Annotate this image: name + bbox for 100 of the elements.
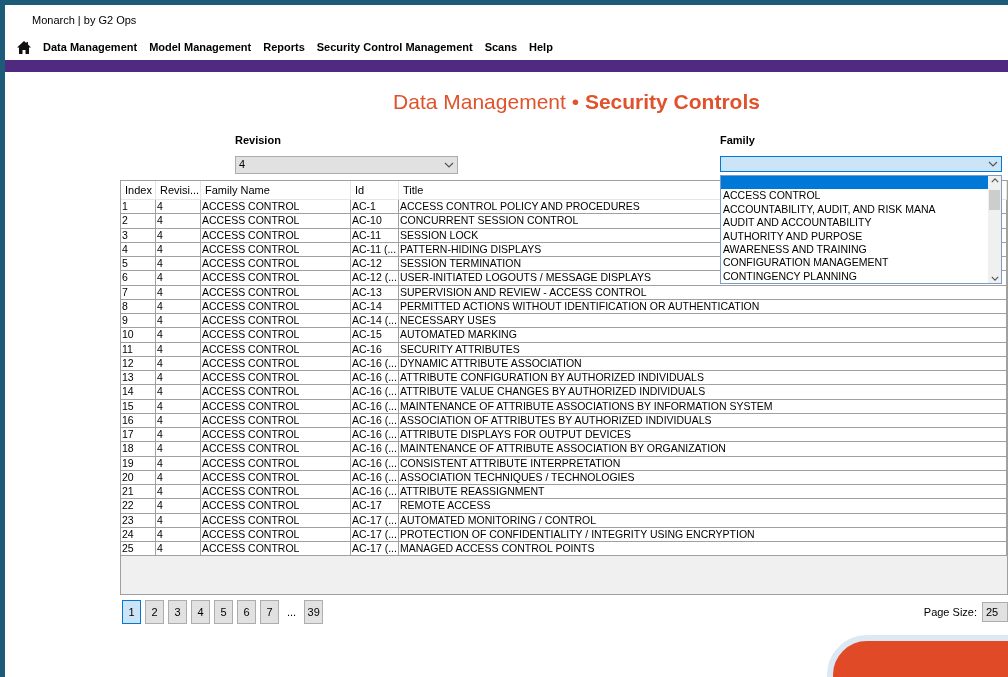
table-cell: AC-17 bbox=[351, 499, 399, 513]
table-cell: 4 bbox=[156, 314, 201, 328]
chevron-down-icon[interactable] bbox=[990, 276, 999, 282]
table-cell: 4 bbox=[156, 413, 201, 427]
table-cell: ACCESS CONTROL bbox=[201, 456, 351, 470]
table-cell: 4 bbox=[156, 328, 201, 342]
dropdown-option[interactable]: ACCOUNTABILITY, AUDIT, AND RISK MANA bbox=[721, 202, 988, 217]
table-cell: ACCESS CONTROL bbox=[201, 314, 351, 328]
page-button[interactable]: 7 bbox=[260, 600, 279, 624]
table-cell: SUPERVISION AND REVIEW - ACCESS CONTROL bbox=[399, 285, 1007, 299]
scrollbar-thumb[interactable] bbox=[989, 189, 1000, 210]
page-button[interactable]: 5 bbox=[214, 600, 233, 624]
dropdown-option[interactable]: CONFIGURATION MANAGEMENT bbox=[721, 256, 988, 270]
page-button[interactable]: 1 bbox=[122, 600, 141, 624]
menu-item[interactable]: Data Management bbox=[43, 39, 138, 56]
scrollbar[interactable] bbox=[988, 176, 1001, 284]
table-cell: ACCESS CONTROL bbox=[201, 485, 351, 499]
table-cell: ACCESS CONTROL bbox=[201, 527, 351, 541]
dropdown-option[interactable]: ACCESS CONTROL bbox=[721, 189, 988, 203]
family-select[interactable] bbox=[720, 155, 1002, 172]
column-header[interactable]: Id bbox=[355, 181, 365, 199]
table-cell: PERMITTED ACTIONS WITHOUT IDENTIFICATION OR AUTHENTICATION bbox=[399, 299, 1007, 313]
table-cell: 4 bbox=[156, 257, 201, 271]
window-title: Monarch | by G2 Ops bbox=[32, 12, 137, 28]
table-cell: MAINTENANCE OF ATTRIBUTE ASSOCIATION BY ORGANIZATION bbox=[399, 442, 1007, 456]
table-cell: ATTRIBUTE REASSIGNMENT bbox=[399, 485, 1007, 499]
table-cell: ACCESS CONTROL bbox=[201, 442, 351, 456]
table-cell: AC-17 (... bbox=[351, 513, 399, 527]
field-label: Revision bbox=[235, 133, 282, 148]
menu-item[interactable]: Scans bbox=[484, 39, 518, 56]
table-cell: AC-13 bbox=[351, 285, 399, 299]
table-cell: ACCESS CONTROL bbox=[201, 257, 351, 271]
table-cell: 23 bbox=[121, 513, 156, 527]
dropdown-option[interactable]: CONTINGENCY PLANNING bbox=[721, 269, 988, 284]
table-cell: 4 bbox=[156, 228, 201, 242]
table-cell: ACCESS CONTROL bbox=[201, 513, 351, 527]
table-cell: 12 bbox=[121, 356, 156, 370]
table-cell: ACCESS CONTROL bbox=[201, 328, 351, 342]
table-cell: 4 bbox=[156, 242, 201, 256]
table-cell: 4 bbox=[156, 527, 201, 541]
dropdown-option[interactable]: AUDIT AND ACCOUNTABILITY bbox=[721, 216, 988, 230]
table-cell: NECESSARY USES bbox=[399, 314, 1007, 328]
table-cell: 11 bbox=[121, 342, 156, 356]
table-cell: ATTRIBUTE CONFIGURATION BY AUTHORIZED INDIVIDUALS bbox=[399, 371, 1007, 385]
page-heading: Data Management • Security Controls bbox=[393, 89, 760, 116]
chevron-up-icon[interactable] bbox=[990, 178, 999, 183]
table-cell: ACCESS CONTROL bbox=[201, 499, 351, 513]
table-cell: AC-11 bbox=[351, 228, 399, 242]
table-cell: ACCESS CONTROL bbox=[201, 413, 351, 427]
menu-item[interactable]: Security Control Management bbox=[316, 39, 473, 56]
menu-item[interactable]: Reports bbox=[263, 39, 305, 56]
table-cell: 18 bbox=[121, 442, 156, 456]
chevron-down-icon bbox=[988, 160, 998, 167]
table-cell: AC-12 (... bbox=[351, 271, 399, 285]
dropdown-option[interactable]: AWARENESS AND TRAINING bbox=[721, 242, 988, 257]
column-header[interactable]: Index bbox=[125, 181, 152, 199]
table-cell: AC-1 bbox=[351, 200, 399, 214]
table-cell: AC-17 (... bbox=[351, 542, 399, 556]
page-button[interactable]: 2 bbox=[145, 600, 164, 624]
table-cell: 10 bbox=[121, 328, 156, 342]
table-cell: AC-16 (... bbox=[351, 399, 399, 413]
table-cell: ACCESS CONTROL bbox=[201, 356, 351, 370]
table-cell: AC-15 bbox=[351, 328, 399, 342]
table-cell: MAINTENANCE OF ATTRIBUTE ASSOCIATIONS BY INFORMATION SYSTEM bbox=[399, 399, 1007, 413]
dropdown-option[interactable] bbox=[721, 176, 988, 190]
table-cell: 4 bbox=[156, 428, 201, 442]
table-cell: ACCESS CONTROL bbox=[201, 385, 351, 399]
table-cell: 17 bbox=[121, 428, 156, 442]
table-cell: AUTOMATED MARKING bbox=[399, 328, 1007, 342]
table-cell: 4 bbox=[156, 399, 201, 413]
table-cell: 13 bbox=[121, 371, 156, 385]
table-cell: ACCESS CONTROL bbox=[201, 200, 351, 214]
page-button[interactable]: 3 bbox=[168, 600, 187, 624]
page-size-select[interactable]: 25 bbox=[982, 602, 1008, 622]
table-cell: AC-16 (... bbox=[351, 485, 399, 499]
table-cell: 16 bbox=[121, 413, 156, 427]
column-header[interactable]: Family Name bbox=[205, 181, 270, 199]
page-button[interactable]: 4 bbox=[191, 600, 210, 624]
table-cell: 7 bbox=[121, 285, 156, 299]
table-cell: ATTRIBUTE VALUE CHANGES BY AUTHORIZED INDIVIDUALS bbox=[399, 385, 1007, 399]
table-cell: ACCESS CONTROL bbox=[201, 399, 351, 413]
dropdown-option[interactable]: AUTHORITY AND PURPOSE bbox=[721, 229, 988, 243]
table-cell: AC-16 (... bbox=[351, 442, 399, 456]
page-button[interactable]: 6 bbox=[237, 600, 256, 624]
table-cell: AC-16 bbox=[351, 342, 399, 356]
table-cell: ACCESS CONTROL bbox=[201, 428, 351, 442]
table-cell: 8 bbox=[121, 299, 156, 313]
menu-item[interactable]: Help bbox=[529, 39, 553, 56]
table-cell: AUTOMATED MONITORING / CONTROL bbox=[399, 513, 1007, 527]
table-cell: 6 bbox=[121, 271, 156, 285]
table-cell: AC-16 (... bbox=[351, 456, 399, 470]
page-button[interactable]: 39 bbox=[304, 600, 324, 624]
revision-select[interactable]: 4 bbox=[235, 155, 458, 174]
home-icon[interactable] bbox=[17, 41, 31, 54]
table-cell: AC-16 (... bbox=[351, 470, 399, 484]
column-header[interactable]: Revisi... bbox=[160, 181, 200, 199]
menu-item[interactable]: Model Management bbox=[149, 39, 252, 56]
table-cell: 4 bbox=[156, 485, 201, 499]
chevron-down-icon bbox=[444, 161, 454, 168]
column-header[interactable]: Title bbox=[403, 181, 424, 199]
